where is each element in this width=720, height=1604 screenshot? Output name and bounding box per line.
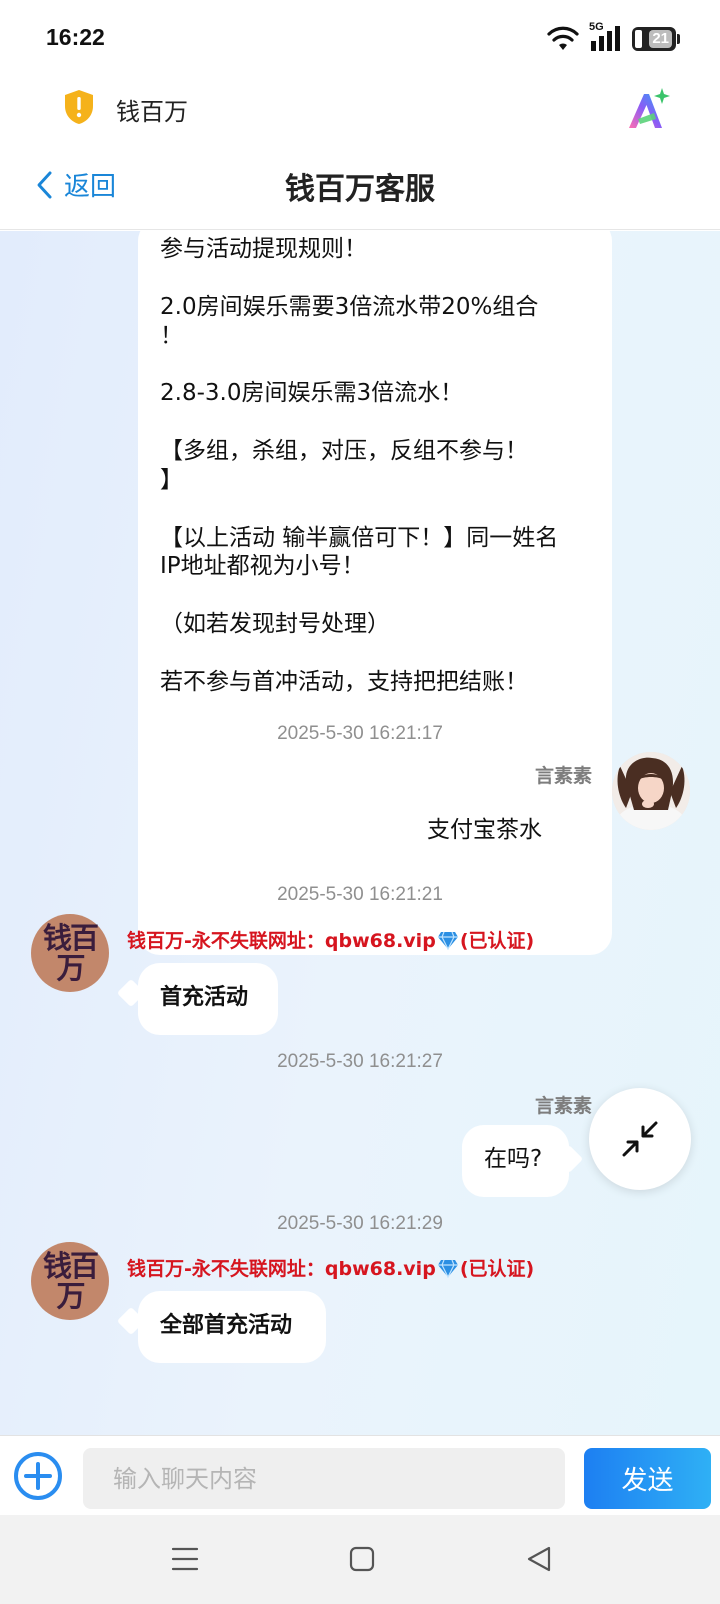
diamond-icon — [437, 931, 458, 950]
message-bubble-bot[interactable]: 全部首充活动 — [138, 1291, 326, 1363]
sender-name: 钱百万-永不失联网址：qbw68.vip (已认证) — [127, 926, 534, 953]
user-avatar[interactable] — [612, 752, 690, 830]
collapse-arrows-icon — [622, 1121, 658, 1157]
shield-icon — [65, 90, 93, 124]
battery-level: 21 — [649, 30, 672, 48]
bot-avatar-logo: 钱百 — [42, 921, 99, 955]
bot-avatar[interactable]: 钱百 万 — [31, 914, 109, 992]
page-title: 钱百万客服 — [285, 172, 435, 207]
status-bar: 16:22 5G 21 — [0, 0, 720, 78]
message-timestamp: 2025-5-30 16:21:29 — [277, 1213, 443, 1234]
bot-avatar[interactable]: 钱百 万 — [31, 1242, 109, 1320]
diamond-icon — [437, 1259, 458, 1278]
nav-bar: 返回 钱百万客服 — [0, 140, 720, 230]
battery-icon: 21 — [632, 27, 676, 51]
system-nav-bar — [0, 1515, 720, 1604]
chat-input[interactable] — [83, 1448, 565, 1509]
app-name: 钱百万 — [116, 98, 188, 126]
input-bar: 发送 — [0, 1435, 720, 1515]
message-text: 在吗? — [484, 1146, 543, 1172]
status-time: 16:22 — [46, 24, 105, 50]
message-timestamp: 2025-5-30 16:21:27 — [277, 1051, 443, 1072]
message-bubble-user[interactable]: 支付宝茶水 — [405, 796, 569, 868]
ai-assistant-icon[interactable] — [624, 86, 670, 132]
wifi-icon — [547, 26, 579, 50]
message-paragraph: 2.8-3.0房间娱乐需3倍流水！ — [160, 380, 464, 407]
message-bubble-bot[interactable]: 首充活动 — [138, 963, 278, 1035]
minimize-button[interactable] — [589, 1088, 691, 1190]
chat-area[interactable]: 参与活动提现规则！ 2.0房间娱乐需要3倍流水带20%组合 ！ 2.8-3.0房… — [0, 231, 720, 1435]
sender-name: 钱百万-永不失联网址：qbw68.vip (已认证) — [127, 1254, 534, 1281]
status-icons: 5G 21 — [546, 21, 680, 54]
message-paragraph: （如若发现封号处理） — [160, 611, 390, 637]
menu-icon[interactable] — [171, 1545, 199, 1573]
bot-avatar-logo: 钱百 — [42, 1249, 99, 1283]
sender-name-prefix: 钱百万-永不失联网址：qbw68.vip — [127, 930, 436, 952]
sender-name: 言素素 — [534, 1095, 592, 1117]
sender-name: 言素素 — [534, 765, 592, 787]
bot-avatar-logo: 万 — [56, 951, 85, 985]
verified-label: (已认证) — [459, 1258, 535, 1280]
home-icon[interactable] — [349, 1545, 375, 1573]
signal-icon: 5G — [588, 21, 624, 53]
message-bubble-user[interactable]: 在吗? — [462, 1125, 569, 1197]
message-paragraph: 若不参与首冲活动，支持把把结账！ — [160, 668, 528, 695]
add-attachment-button[interactable] — [12, 1450, 64, 1502]
send-button[interactable]: 发送 — [584, 1448, 711, 1509]
message-paragraph: 【多组，杀组，对压，反组不参与！ 】 — [160, 438, 528, 493]
message-paragraph: 2.0房间娱乐需要3倍流水带20%组合 ！ — [160, 293, 539, 349]
back-triangle-icon[interactable] — [526, 1545, 552, 1573]
message-timestamp: 2025-5-30 16:21:21 — [277, 884, 443, 905]
verified-label: (已认证) — [459, 930, 535, 952]
message-paragraph: 参与活动提现规则！ — [160, 236, 367, 262]
message-text: 支付宝茶水 — [427, 817, 542, 843]
sender-name-prefix: 钱百万-永不失联网址：qbw68.vip — [127, 1258, 436, 1280]
message-text: 首充活动 — [160, 985, 249, 1010]
message-text: 全部首充活动 — [160, 1313, 293, 1338]
message-paragraph: 【以上活动 输半赢倍可下！】同一姓名 IP地址都视为小号！ — [160, 524, 559, 580]
bot-avatar-logo: 万 — [56, 1279, 85, 1313]
message-timestamp: 2025-5-30 16:21:17 — [277, 723, 443, 744]
app-bar: 钱百万 — [0, 78, 720, 140]
